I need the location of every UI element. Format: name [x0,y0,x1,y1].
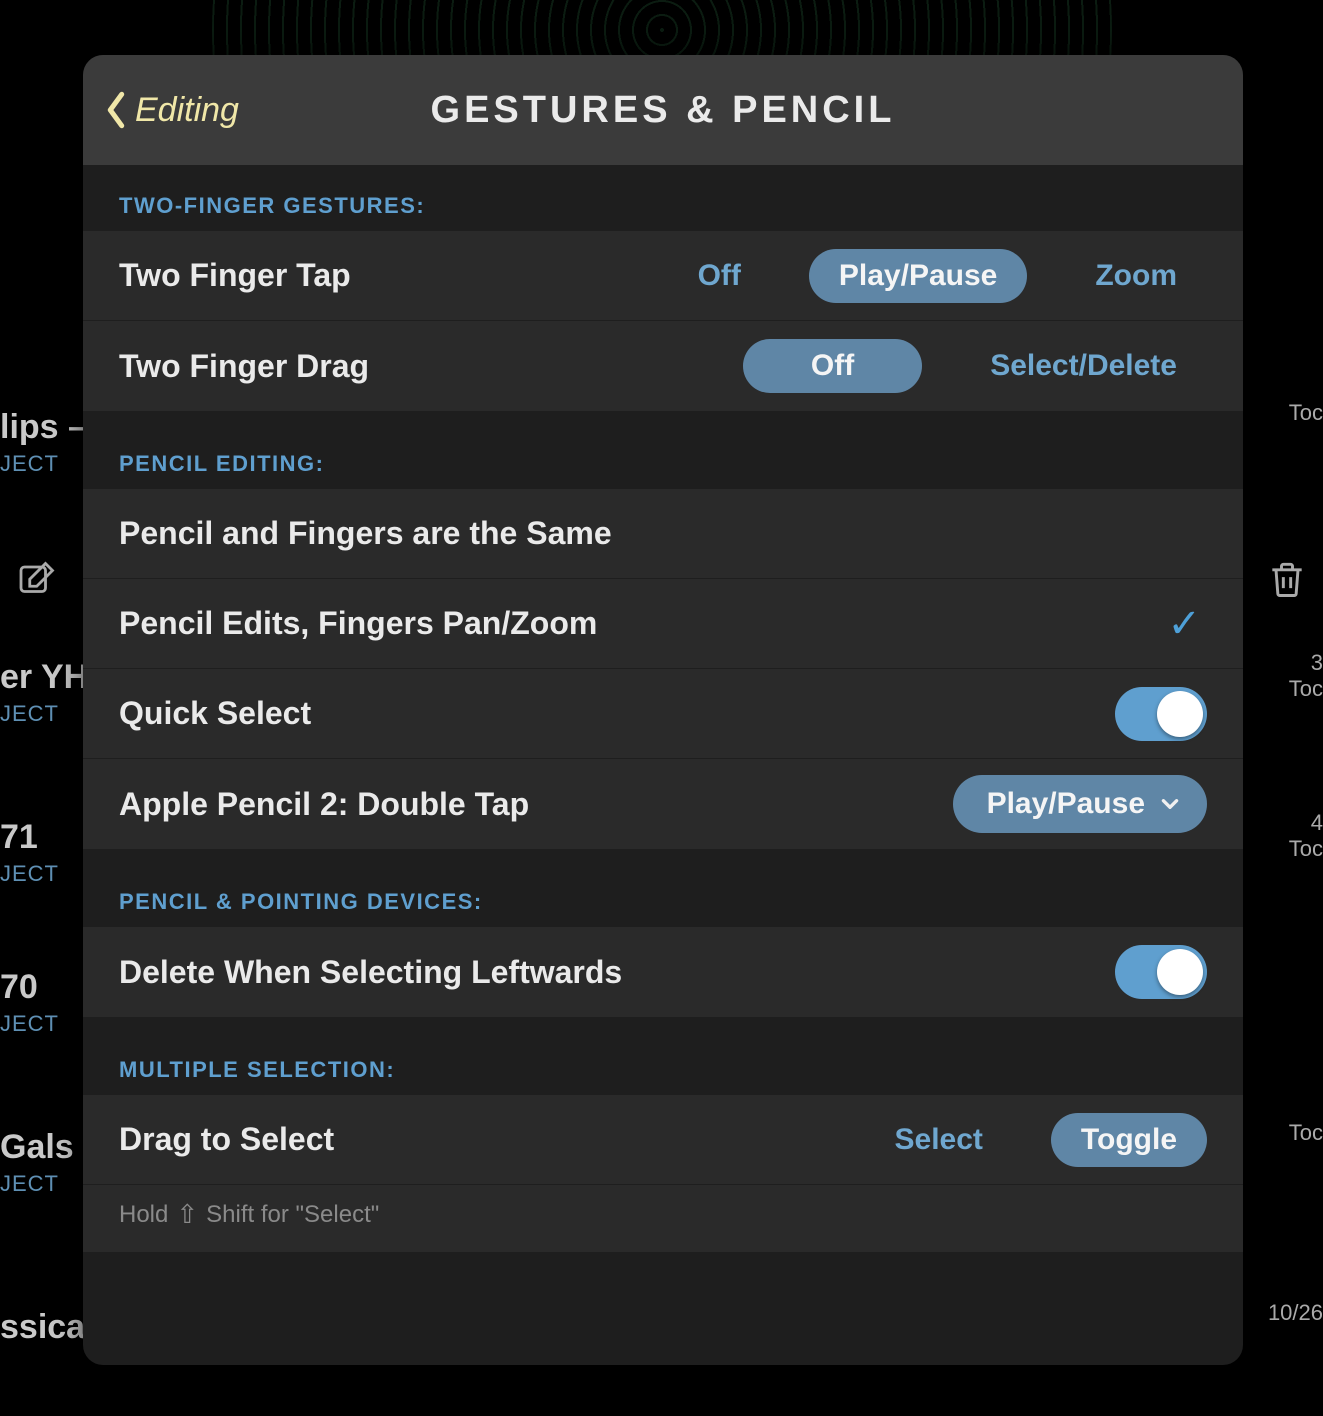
hint-suffix: Shift for "Select" [206,1201,379,1229]
chevron-down-icon [1159,793,1181,815]
seg-option-play-pause[interactable]: Play/Pause [809,249,1027,303]
bg-item-right: 4 Toc [1289,810,1323,862]
row-pencil-edits-pan[interactable]: Pencil Edits, Fingers Pan/Zoom ✓ [83,579,1243,669]
row-label: Quick Select [119,695,1115,732]
seg-option-off[interactable]: Off [668,249,771,303]
row-pencil-same[interactable]: Pencil and Fingers are the Same [83,489,1243,579]
segmented-control-drag-select: Select Toggle [865,1113,1207,1167]
seg-option-select-delete[interactable]: Select/Delete [960,339,1207,393]
bg-item-right: Toc [1289,400,1323,426]
hint-prefix: Hold [119,1201,168,1229]
group-two-finger: Two Finger Tap Off Play/Pause Zoom Two F… [83,231,1243,411]
row-label: Two Finger Tap [119,257,668,294]
page-title: GESTURES & PENCIL [431,89,896,132]
back-label: Editing [135,91,239,130]
bg-item-right: Toc [1289,1120,1323,1146]
dropdown-double-tap[interactable]: Play/Pause [953,775,1207,833]
row-label: Apple Pencil 2: Double Tap [119,786,953,823]
trash-icon [1265,555,1309,610]
seg-option-off[interactable]: Off [743,339,922,393]
group-pencil-editing: Pencil and Fingers are the Same Pencil E… [83,489,1243,849]
segmented-control-drag: Off Select/Delete [743,339,1207,393]
row-drag-to-select: Drag to Select Select Toggle [83,1095,1243,1185]
shift-icon: ⇧ [176,1199,198,1230]
segmented-control-tap: Off Play/Pause Zoom [668,249,1207,303]
row-two-finger-tap: Two Finger Tap Off Play/Pause Zoom [83,231,1243,321]
bg-item-right: 10/26 [1268,1300,1323,1326]
section-header-two-finger: TWO-FINGER GESTURES: [83,165,1243,231]
section-header-pencil-editing: PENCIL EDITING: [119,451,324,477]
row-label: Pencil and Fingers are the Same [119,515,1207,552]
checkmark-icon: ✓ [1167,601,1207,647]
row-label: Drag to Select [119,1121,865,1158]
seg-option-zoom[interactable]: Zoom [1065,249,1207,303]
bg-item-right: 3 Toc [1289,650,1323,702]
back-button[interactable]: Editing [103,90,239,130]
dropdown-value: Play/Pause [987,787,1145,821]
row-label: Pencil Edits, Fingers Pan/Zoom [119,605,1167,642]
seg-option-toggle[interactable]: Toggle [1051,1113,1207,1167]
row-double-tap: Apple Pencil 2: Double Tap Play/Pause [83,759,1243,849]
row-two-finger-drag: Two Finger Drag Off Select/Delete [83,321,1243,411]
toggle-quick-select[interactable] [1115,687,1207,741]
group-multiple: Drag to Select Select Toggle Hold ⇧ Shif… [83,1095,1243,1252]
row-delete-leftwards: Delete When Selecting Leftwards [83,927,1243,1017]
panel-header: Editing GESTURES & PENCIL [83,55,1243,165]
chevron-left-icon [103,90,129,130]
section-header-multiple: MULTIPLE SELECTION: [119,1057,395,1083]
toggle-delete-leftwards[interactable] [1115,945,1207,999]
row-quick-select: Quick Select [83,669,1243,759]
settings-panel: Editing GESTURES & PENCIL TWO-FINGER GES… [83,55,1243,1365]
edit-icon [14,560,56,609]
row-label: Delete When Selecting Leftwards [119,954,1115,991]
row-label: Two Finger Drag [119,348,743,385]
group-pointing: Delete When Selecting Leftwards [83,927,1243,1017]
seg-option-select[interactable]: Select [865,1113,1013,1167]
footer-hint: Hold ⇧ Shift for "Select" [83,1185,1243,1252]
section-header-pointing: PENCIL & POINTING DEVICES: [119,889,483,915]
